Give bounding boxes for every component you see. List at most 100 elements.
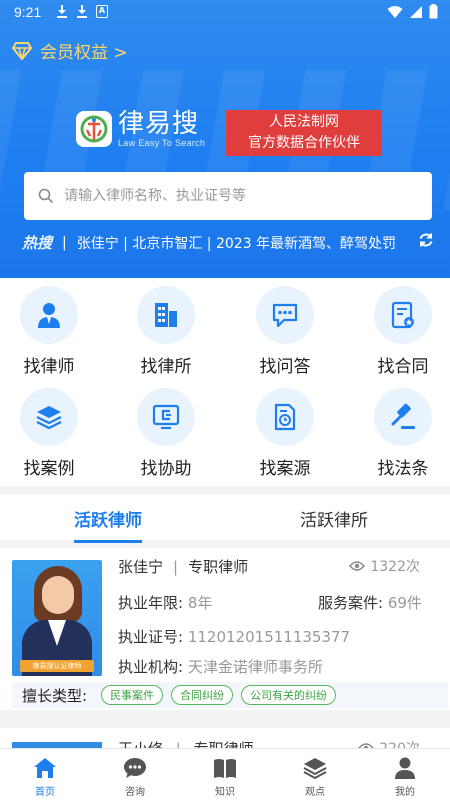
service-label: 找法条	[377, 459, 429, 479]
download-icon	[56, 5, 68, 18]
hot-separator: |	[62, 234, 67, 251]
nav-label: 观点	[305, 787, 325, 798]
lawyer-card[interactable]: 律易搜认证律师 张佳宁 | 专职律师 1322次 执业年限: 8年 服务案件: 69…	[0, 548, 450, 710]
service-label: 找案源	[259, 459, 311, 479]
status-bar: 9:21 A	[0, 0, 450, 24]
search-bar[interactable]	[24, 172, 432, 220]
skills-label: 擅长类型:	[22, 686, 88, 705]
user-icon	[395, 757, 415, 779]
brand-name: 律易搜	[118, 109, 200, 139]
service-label: 找问答	[259, 357, 311, 377]
nav-label: 知识	[215, 787, 235, 798]
layers-icon	[303, 758, 327, 779]
cases-label: 服务案件:	[318, 594, 384, 612]
partner-line1: 人民法制网	[269, 114, 339, 130]
service-find-qa[interactable]: 找问答	[237, 286, 333, 377]
diamond-icon	[12, 41, 32, 60]
vip-benefits-link[interactable]: 会员权益 >	[12, 38, 128, 63]
download-icon	[76, 5, 88, 18]
view-count-value: 1322次	[370, 559, 420, 575]
nav-consult[interactable]: 咨询	[90, 749, 180, 800]
certified-badge: 律易搜认证律师	[20, 660, 94, 672]
book-icon	[214, 759, 236, 778]
service-find-contract[interactable]: 找合同	[355, 286, 450, 377]
service-grid: 找律师 找律所 找问答 找合同 找案例 找协助 找案源 找法条	[0, 278, 450, 486]
app-notification-icon: A	[96, 5, 108, 18]
lawyer-name-row: 张佳宁 | 专职律师	[118, 556, 248, 577]
service-find-firm[interactable]: 找律所	[118, 286, 214, 377]
lawyer-title: 专职律师	[188, 558, 249, 576]
tab-active-firms[interactable]: 活跃律所	[300, 506, 368, 531]
name-divider: |	[173, 558, 179, 576]
service-find-case-source[interactable]: 找案源	[237, 388, 333, 479]
partner-line2: 官方数据合作伙伴	[248, 135, 360, 151]
battery-icon	[429, 4, 438, 19]
service-find-assist[interactable]: 找协助	[118, 388, 214, 479]
license-row: 执业证号: 11201201511135377	[118, 626, 350, 647]
tab-active-lawyers[interactable]: 活跃律师	[74, 506, 142, 543]
org-row: 执业机构: 天津金诺律师事务所	[118, 656, 323, 677]
case-source-icon	[256, 388, 314, 446]
signal-icon	[410, 5, 422, 18]
avatar[interactable]: 律易搜认证律师	[12, 560, 102, 676]
lawyer-icon	[20, 286, 78, 344]
service-find-law[interactable]: 找法条	[355, 388, 450, 479]
nav-label: 首页	[35, 787, 55, 798]
lawyer-name: 张佳宁	[118, 558, 164, 576]
brand-logo-block: 律易搜 Law Easy To Search	[76, 110, 205, 148]
cases-row: 服务案件: 69件	[318, 592, 422, 613]
brand-name-en: Law Easy To Search	[118, 138, 206, 148]
hot-search-row: 热搜 | 张佳宁 | 北京市智汇 | 2023 年最新酒驾、醉驾处罚	[22, 232, 434, 253]
nav-knowledge[interactable]: 知识	[180, 749, 270, 800]
service-find-lawyer[interactable]: 找律师	[1, 286, 97, 377]
hot-search-text[interactable]: 张佳宁 | 北京市智汇 | 2023 年最新酒驾、醉驾处罚	[77, 233, 415, 253]
nav-label: 咨询	[125, 787, 145, 798]
org-value: 天津金诺律师事务所	[187, 658, 323, 676]
years-value: 8年	[187, 594, 213, 612]
home-icon	[34, 758, 56, 778]
nav-viewpoint[interactable]: 观点	[270, 749, 360, 800]
status-notifications: A	[56, 5, 108, 18]
eye-icon	[349, 561, 366, 571]
bottom-nav: 首页 咨询 知识 观点 我的	[0, 748, 450, 800]
gavel-icon	[374, 388, 432, 446]
qa-icon	[256, 286, 314, 344]
hero-banner: 9:21 A 会员权益 > 律易搜 Law Easy To Search 人民法…	[0, 0, 450, 278]
wifi-icon	[387, 5, 403, 18]
view-count: 1322次	[349, 556, 420, 576]
cases-value: 69件	[387, 594, 422, 612]
search-input[interactable]	[64, 188, 394, 204]
license-value: 11201201511135377	[187, 628, 351, 646]
hot-search-tag: 热搜	[22, 234, 53, 252]
service-label: 找案例	[23, 459, 75, 479]
skill-chip[interactable]: 公司有关的纠纷	[241, 685, 337, 705]
case-icon	[20, 388, 78, 446]
firm-icon	[137, 286, 195, 344]
service-find-case[interactable]: 找案例	[1, 388, 97, 479]
service-label: 找合同	[377, 357, 429, 377]
nav-profile[interactable]: 我的	[360, 749, 450, 800]
skills-row: 擅长类型: 民事案件 合同纠纷 公司有关的纠纷	[12, 682, 448, 708]
assist-icon	[137, 388, 195, 446]
search-icon	[38, 188, 54, 204]
logo-icon	[76, 111, 112, 147]
years-label: 执业年限:	[118, 594, 184, 612]
status-time: 9:21	[14, 4, 42, 20]
status-right	[387, 4, 438, 19]
chat-icon	[124, 758, 146, 778]
service-label: 找律所	[140, 357, 192, 377]
nav-home[interactable]: 首页	[0, 749, 90, 800]
org-label: 执业机构:	[118, 658, 184, 676]
skill-chip[interactable]: 合同纠纷	[171, 685, 234, 705]
years-row: 执业年限: 8年	[118, 592, 212, 613]
skill-chip[interactable]: 民事案件	[101, 685, 164, 705]
nav-label: 我的	[395, 787, 415, 798]
partner-badge: 人民法制网 官方数据合作伙伴	[226, 110, 382, 156]
lawyer-tabs: 活跃律师 活跃律所	[0, 494, 450, 543]
contract-icon	[374, 286, 432, 344]
license-label: 执业证号:	[118, 628, 184, 646]
service-label: 找律师	[23, 357, 75, 377]
vip-label: 会员权益 >	[40, 43, 128, 63]
service-label: 找协助	[140, 459, 192, 479]
refresh-icon[interactable]	[418, 232, 434, 248]
